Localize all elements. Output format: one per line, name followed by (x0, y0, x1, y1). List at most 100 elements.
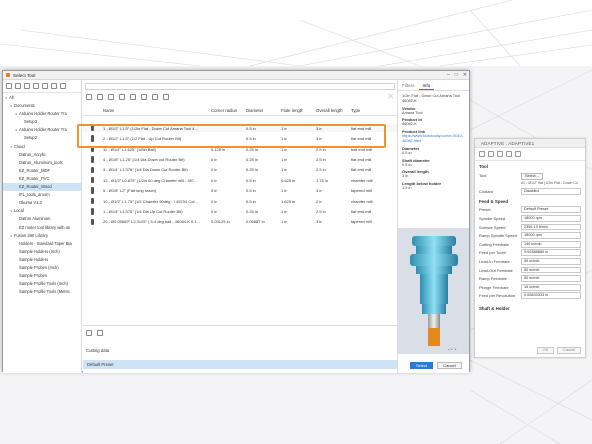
info-value: 1.5 in (402, 186, 412, 191)
coolant-select[interactable]: Disabled (521, 187, 581, 195)
tree-item[interactable]: EZ_Router_Wood (3, 183, 81, 192)
tab-filters[interactable]: Filters (398, 80, 419, 90)
feed-field-input[interactable]: Default Preset (521, 206, 581, 214)
select-button[interactable]: Select (410, 362, 434, 369)
tree-item[interactable]: EZ_Router_MDF (3, 167, 81, 175)
delete-tool-icon[interactable] (163, 94, 169, 100)
move-icon[interactable] (86, 94, 92, 100)
tree-item[interactable]: Sample Holders (3, 256, 81, 264)
cut-tool-icon[interactable] (130, 94, 136, 100)
feed-field-input[interactable]: 140 in/min (521, 240, 581, 248)
product-link[interactable]: https://www.toolstoday.com/v-5010-46082.… (402, 134, 465, 144)
tree-item[interactable]: ∨Arduino Holder Router Tra (3, 110, 81, 118)
tree-item-label: Sample Holders (19, 256, 49, 262)
tree-item[interactable]: Sample Probes (3, 272, 81, 280)
feed-field-input[interactable]: 50 in/min (521, 266, 581, 274)
delete-library-icon[interactable] (60, 83, 66, 89)
tree-item[interactable]: Sample Profile Tools (Metric (3, 288, 81, 296)
shaft-holder-section-header[interactable]: Shaft & Holder (475, 303, 585, 313)
tree-item[interactable]: Sample Profile Tools (Inch) (3, 280, 81, 288)
table-row[interactable]: 20 - Ø0.05669" L2.3125" ( 5.4 deg ball -… (83, 218, 397, 226)
export-library-icon[interactable] (33, 83, 39, 89)
export-tool-icon[interactable] (152, 94, 158, 100)
tree-item[interactable]: Sample Holders (Inch) (3, 248, 81, 256)
add-tool-icon[interactable] (97, 94, 103, 100)
tree-item[interactable]: EZ_Router_PVC (3, 175, 81, 183)
close-icon[interactable]: ✕ (463, 72, 467, 78)
paste-tool-icon[interactable] (141, 94, 147, 100)
feed-speed-section-header[interactable]: Feed & Speed (475, 196, 585, 206)
table-row[interactable]: 1 - Ø1/4" L1.376" (1/4 Dia Up Cut Router… (83, 207, 397, 215)
cell-overall: 2.5 in (316, 156, 326, 162)
feed-field-input[interactable]: 2356.19 ft/min (521, 223, 581, 231)
table-row[interactable]: 10 - Ø1/2" L1.75" (1/2 Chamfer 90deg - I… (83, 197, 397, 205)
tool-select-button[interactable]: Select... (521, 173, 543, 180)
feed-field-input[interactable]: 0.00388889 in (521, 249, 581, 257)
tree-item[interactable]: ∨Cloud (3, 143, 81, 151)
tree-item[interactable]: Datron_Aluminum_tools (3, 159, 81, 167)
feed-field-input[interactable]: 50 in/min (521, 258, 581, 265)
tree-item-label: Arduino Holder Router Tra (19, 127, 67, 133)
tool-section-header[interactable]: Tool (475, 161, 585, 171)
maximize-icon[interactable]: □ (455, 72, 458, 78)
tab-info[interactable]: Info (418, 80, 435, 90)
table-row[interactable]: 3 - Ø1/4" L1.376" (1/4 Dia Down Cut Rout… (83, 166, 397, 174)
tree-item[interactable]: Setup3 (3, 118, 81, 126)
tree-item[interactable]: Okuma V1.3 (3, 199, 81, 207)
tree-item[interactable]: ∨Arduino Holder Router Tra (3, 126, 81, 134)
table-row[interactable]: 4 - Ø1/8" L1.25" (1/4 Dia Down cut Route… (83, 155, 397, 163)
table-row[interactable]: 12 - Ø1/2" L0.875" (1/2in 60 deg Chamfer… (83, 176, 397, 184)
link-library-icon[interactable] (51, 83, 57, 89)
header-overall-length[interactable]: Overall length (316, 108, 343, 113)
tree-item[interactable]: ∨All (3, 94, 81, 102)
edit-preset-icon[interactable] (86, 330, 92, 336)
header-type[interactable]: Type (351, 108, 360, 113)
cloud-library-icon[interactable] (42, 83, 48, 89)
header-flute-length[interactable]: Flute length (281, 108, 303, 113)
tree-item[interactable]: ∨Fusion 360 Library (3, 232, 81, 240)
geometry-tab-icon[interactable] (488, 151, 494, 157)
tree-item[interactable]: ∨Local (3, 207, 81, 215)
preset-row[interactable]: Default Preset (83, 360, 397, 369)
tree-item[interactable]: Datron_Acrylic (3, 151, 81, 159)
tool-tab-icon[interactable] (479, 151, 485, 157)
edit-tool-icon[interactable] (108, 94, 114, 100)
tree-item[interactable]: EZ router tool library with an (3, 224, 81, 232)
dialog-titlebar[interactable]: Select Tool (3, 71, 469, 80)
import-library-icon[interactable] (24, 83, 30, 89)
tree-item[interactable]: IFL_tools_aroom (3, 191, 81, 199)
new-library-icon[interactable] (6, 83, 12, 89)
feed-field-input[interactable]: 0.00833333 in (521, 292, 581, 300)
linking-tab-icon[interactable] (515, 151, 521, 157)
tree-item[interactable]: Setup2 (3, 134, 81, 142)
header-diameter[interactable]: Diameter (246, 108, 263, 113)
heights-tab-icon[interactable] (497, 151, 503, 157)
copy-library-icon[interactable] (15, 83, 21, 89)
copy-tool-icon[interactable] (119, 94, 125, 100)
feed-speed-fields: Preset Default Preset Spindle Speed 18000 r… (475, 206, 585, 301)
table-row[interactable]: 5 - Ø1/8" L2" (Flat long reach) 0 in 0.5 i… (83, 186, 397, 194)
header-corner-radius[interactable]: Corner radius (211, 108, 237, 113)
tree-item-label: EZ_Router_MDF (19, 167, 50, 173)
cancel-button[interactable]: Cancel (437, 362, 462, 369)
feed-field-input[interactable]: 18000 rpm (521, 215, 581, 222)
cell-overall: 2.5 in (316, 167, 326, 173)
search-input[interactable] (85, 83, 395, 90)
clear-filter-icon[interactable]: ⤫ (388, 94, 393, 101)
tree-item[interactable]: ∨Documents (3, 102, 81, 110)
delete-preset-icon[interactable] (97, 330, 103, 336)
tree-item[interactable]: Holders - Standard Taper Bla (3, 240, 81, 248)
passes-tab-icon[interactable] (506, 151, 512, 157)
adaptive-cancel-button[interactable]: Cancel (557, 347, 581, 354)
feed-field-input[interactable]: 18000 rpm (521, 232, 581, 240)
tree-item[interactable]: Datron Aluminum (3, 215, 81, 223)
feed-field-input[interactable]: 50 in/min (521, 275, 581, 283)
header-name[interactable]: Name (103, 108, 114, 113)
feed-field-input[interactable]: 15 in/min (521, 283, 581, 291)
minimize-icon[interactable]: – (447, 72, 450, 78)
info-value: 0.5 in (402, 162, 412, 167)
tree-item[interactable]: Sample Probes (Inch) (3, 264, 81, 272)
ok-button[interactable]: OK (536, 347, 555, 354)
selection-highlight (77, 124, 386, 148)
tool-preview[interactable]: ⌐ ⊥ ↘ (398, 228, 469, 354)
